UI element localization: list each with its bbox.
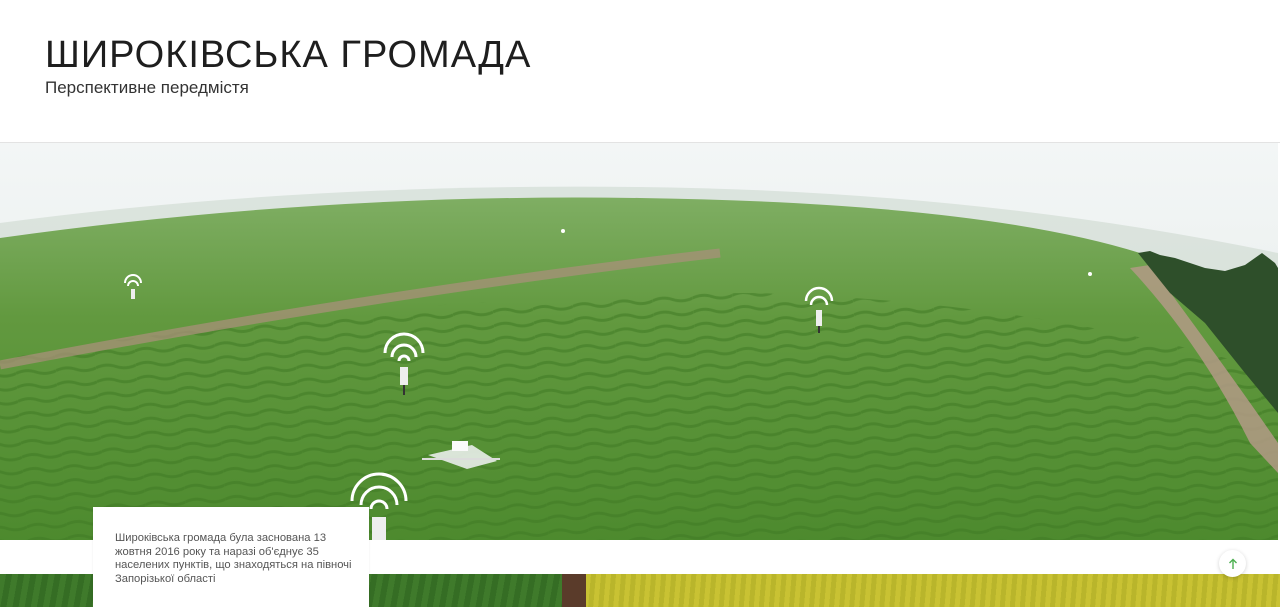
scroll-to-top-button[interactable]: [1219, 550, 1246, 577]
page-header: ШИРОКІВСЬКА ГРОМАДА Перспективне передмі…: [0, 0, 1280, 143]
smart-farm-field-image: [0, 143, 1278, 540]
arrow-up-icon: [1228, 558, 1237, 569]
page-subtitle: Перспективне передмістя: [45, 78, 249, 97]
hero-image: [0, 143, 1278, 540]
info-card-text: Широківська громада була заснована 13 жо…: [115, 532, 352, 585]
page-title: ШИРОКІВСЬКА ГРОМАДА: [45, 34, 532, 76]
info-card: Широківська громада була заснована 13 жо…: [93, 507, 369, 607]
